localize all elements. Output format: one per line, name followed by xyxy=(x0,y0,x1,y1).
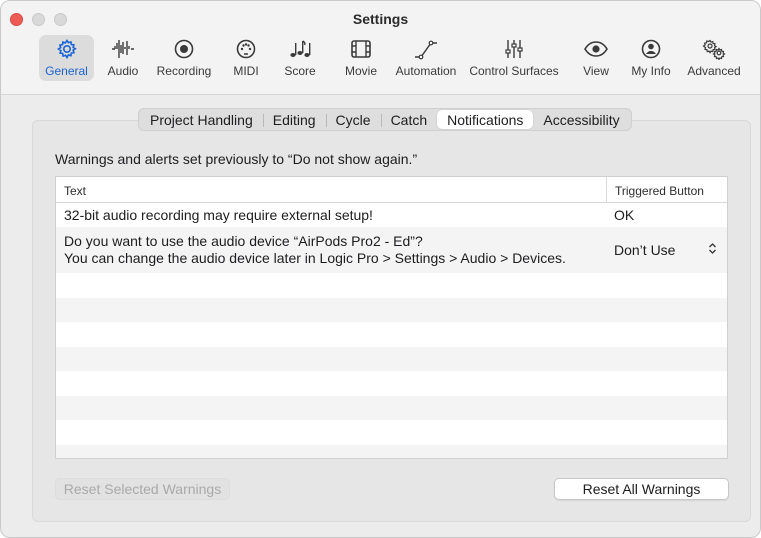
toolbar-label-automation: Automation xyxy=(395,64,457,78)
toolbar-item-general[interactable]: General xyxy=(39,35,94,81)
window-title: Settings xyxy=(352,11,409,27)
toolbar-item-score[interactable]: Score xyxy=(280,35,320,81)
toolbar-label-midi: MIDI xyxy=(233,64,259,78)
tab-accessibility[interactable]: Accessibility xyxy=(533,110,629,129)
toolbar-item-advanced[interactable]: Advanced xyxy=(683,35,745,81)
table-header: Text Triggered Button xyxy=(56,177,727,203)
tab-catch[interactable]: Catch xyxy=(380,110,438,129)
triggered-button-cell: OK xyxy=(614,207,635,223)
empty-row xyxy=(56,420,727,445)
toolbar-label-audio: Audio xyxy=(107,64,139,78)
reset-selected-warnings-button[interactable]: Reset Selected Warnings xyxy=(55,478,230,500)
empty-row xyxy=(56,371,727,396)
toolbar-item-control-surfaces[interactable]: Control Surfaces xyxy=(468,35,560,81)
eye-icon xyxy=(583,37,609,61)
titlebar: Settings General Audio Recording MIDI Sc… xyxy=(1,1,760,95)
toolbar-item-audio[interactable]: Audio xyxy=(103,35,143,81)
record-icon xyxy=(173,37,195,61)
toolbar-item-view[interactable]: View xyxy=(578,35,614,81)
toolbar-label-movie: Movie xyxy=(344,64,377,78)
warning-text-cell: 32-bit audio recording may require exter… xyxy=(64,207,373,223)
empty-row xyxy=(56,346,727,371)
gear-icon xyxy=(56,37,78,61)
toolbar-item-my-info[interactable]: My Info xyxy=(627,35,675,81)
toolbar-label-recording: Recording xyxy=(156,64,212,78)
warning-text-cell: Do you want to use the audio device “Air… xyxy=(56,233,606,267)
gears-icon xyxy=(701,37,727,61)
toolbar-label-view: View xyxy=(583,64,609,78)
empty-row xyxy=(56,297,727,322)
toolbar-item-automation[interactable]: Automation xyxy=(393,35,459,81)
empty-row xyxy=(56,395,727,420)
empty-row xyxy=(56,322,727,347)
automation-curve-icon xyxy=(413,37,439,61)
empty-row xyxy=(56,273,727,298)
tab-project-handling[interactable]: Project Handling xyxy=(140,110,263,129)
toolbar-item-movie[interactable]: Movie xyxy=(340,35,382,81)
popup-chevrons-icon xyxy=(708,242,717,258)
empty-row xyxy=(56,444,727,458)
midi-port-icon xyxy=(235,37,257,61)
general-tabs: Project Handling Editing Cycle Catch Not… xyxy=(138,108,632,131)
tab-notifications[interactable]: Notifications xyxy=(437,110,534,129)
settings-window: Settings General Audio Recording MIDI Sc… xyxy=(0,0,761,538)
table-row[interactable]: 32-bit audio recording may require exter… xyxy=(56,203,727,227)
section-heading: Warnings and alerts set previously to “D… xyxy=(55,151,418,167)
person-icon xyxy=(640,37,662,61)
toolbar-item-recording[interactable]: Recording xyxy=(153,35,215,81)
warning-text-line: Do you want to use the audio device “Air… xyxy=(64,233,423,249)
toolbar-item-midi[interactable]: MIDI xyxy=(228,35,264,81)
table-row[interactable]: Do you want to use the audio device “Air… xyxy=(56,227,727,273)
reset-all-warnings-button[interactable]: Reset All Warnings xyxy=(554,478,729,500)
tab-editing[interactable]: Editing xyxy=(262,110,326,129)
waveform-icon xyxy=(111,37,135,61)
toolbar-label-my-info: My Info xyxy=(631,64,671,78)
film-icon xyxy=(349,37,373,61)
column-header-triggered-button[interactable]: Triggered Button xyxy=(606,177,727,202)
tab-cycle[interactable]: Cycle xyxy=(325,110,381,129)
warnings-table: Text Triggered Button 32-bit audio recor… xyxy=(55,176,728,459)
toolbar-label-advanced: Advanced xyxy=(687,64,741,78)
sliders-icon xyxy=(503,37,525,61)
music-notes-icon xyxy=(288,37,312,61)
toolbar-label-general: General xyxy=(45,64,88,78)
toolbar-label-score: Score xyxy=(284,64,316,78)
triggered-button-value: Don’t Use xyxy=(614,242,676,258)
triggered-button-popup[interactable]: Don’t Use xyxy=(606,242,727,258)
toolbar-label-control-surfaces: Control Surfaces xyxy=(469,64,559,78)
column-header-text[interactable]: Text xyxy=(56,177,606,202)
warning-text-line: You can change the audio device later in… xyxy=(64,250,566,266)
